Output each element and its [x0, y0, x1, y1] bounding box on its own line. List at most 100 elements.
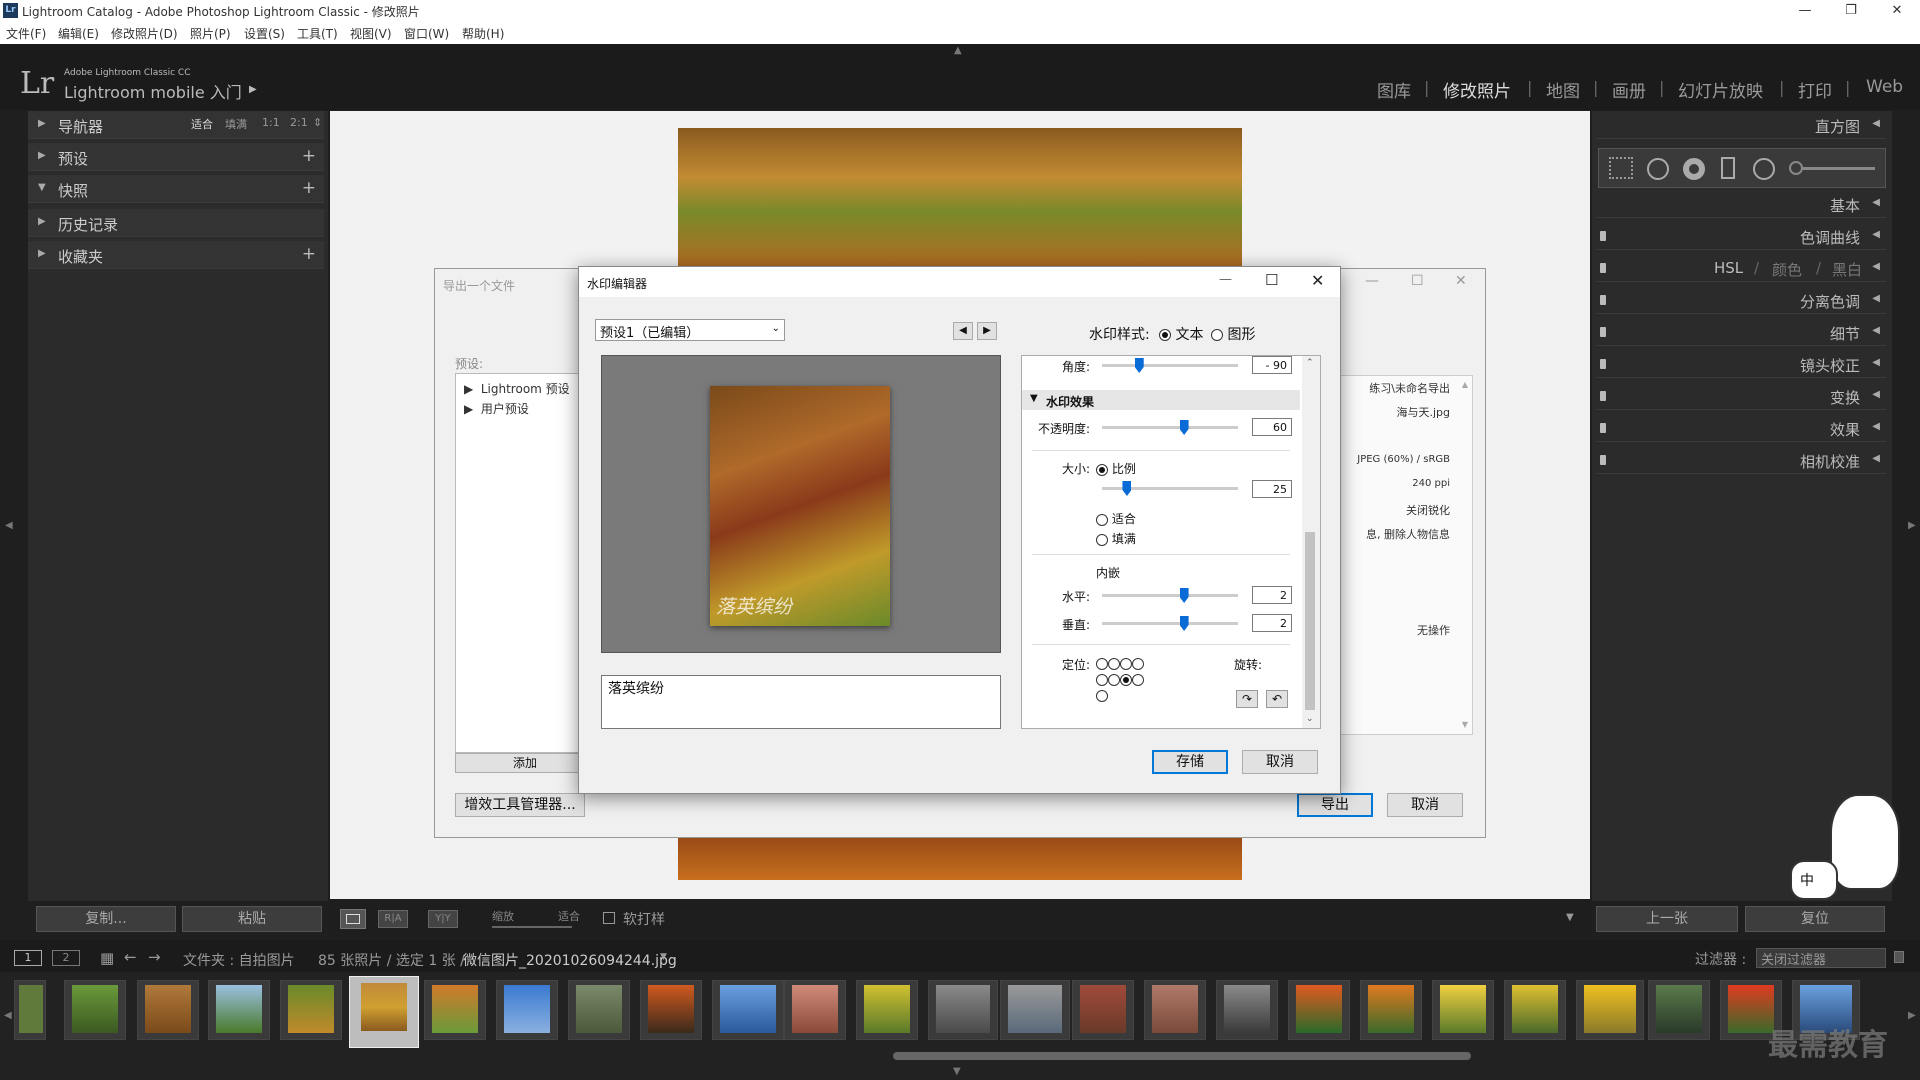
filmstrip-thumb[interactable] — [1576, 980, 1644, 1040]
menu-develop[interactable]: 修改照片(D) — [111, 25, 178, 42]
close-icon[interactable]: ✕ — [1311, 271, 1324, 290]
basic-header[interactable]: 基本 ◀ — [1596, 190, 1886, 218]
save-button[interactable]: 存储 — [1152, 750, 1228, 774]
maximize-icon[interactable]: ☐ — [1265, 271, 1278, 289]
size-fit-radio[interactable]: 适合 — [1096, 510, 1136, 527]
watermark-text-input[interactable]: 落英缤纷 — [601, 675, 1001, 729]
menu-file[interactable]: 文件(F) — [6, 25, 46, 42]
add-preset-icon[interactable]: + — [302, 146, 316, 166]
snapshots-header[interactable]: ▼ 快照 + — [28, 175, 324, 203]
filmstrip-thumb[interactable] — [1504, 980, 1566, 1040]
export-button[interactable]: 导出 — [1297, 793, 1373, 817]
panel-switch-icon[interactable] — [1600, 423, 1606, 433]
panel-switch-icon[interactable] — [1600, 359, 1606, 369]
hsl-tab[interactable]: HSL — [1714, 259, 1743, 277]
style-graphic-radio[interactable]: 图形 — [1211, 324, 1255, 344]
brush-icon[interactable] — [1789, 161, 1803, 175]
menu-settings[interactable]: 设置(S) — [244, 25, 285, 42]
anchor-bottom-right[interactable] — [1096, 690, 1108, 702]
filmstrip-thumb[interactable] — [496, 980, 558, 1040]
panel-switch-icon[interactable] — [1600, 391, 1606, 401]
close-icon[interactable]: ✕ — [1874, 0, 1920, 22]
module-slideshow[interactable]: 幻灯片放映 — [1678, 77, 1763, 102]
anchor-top-right[interactable] — [1120, 658, 1132, 670]
minimize-icon[interactable]: — — [1219, 272, 1232, 287]
anchor-center[interactable] — [1096, 674, 1108, 686]
opacity-slider[interactable] — [1102, 426, 1238, 429]
filmstrip-thumb[interactable] — [1216, 980, 1278, 1040]
copy-button[interactable]: 复制... — [36, 906, 176, 932]
calibration-header[interactable]: 相机校准 ◀ — [1596, 446, 1886, 474]
filmstrip-thumb[interactable] — [64, 980, 126, 1040]
size-slider[interactable] — [1102, 487, 1238, 490]
menu-edit[interactable]: 编辑(E) — [58, 25, 99, 42]
filmstrip-thumb[interactable] — [568, 980, 630, 1040]
before-after-tb-icon[interactable]: Y|Y — [428, 910, 458, 928]
prev-image-icon[interactable]: ◀ — [953, 322, 973, 340]
ime-indicator[interactable]: 中 — [1800, 870, 1814, 890]
filmstrip-right-icon[interactable]: ▶ — [1908, 1010, 1916, 1021]
back-arrow-icon[interactable]: ← — [124, 948, 137, 966]
split-toning-header[interactable]: 分离色调 ◀ — [1596, 286, 1886, 314]
graduated-filter-icon[interactable] — [1721, 157, 1735, 179]
add-preset-button[interactable]: 添加 — [455, 753, 595, 773]
filter-select[interactable]: 关闭过滤器 — [1756, 948, 1886, 968]
panel-switch-icon[interactable] — [1600, 295, 1606, 305]
loupe-view-icon[interactable] — [340, 909, 366, 929]
filmstrip-thumb[interactable] — [1000, 980, 1070, 1040]
vertical-slider-thumb[interactable] — [1179, 616, 1189, 631]
filter-lock-icon[interactable] — [1894, 951, 1904, 963]
filmstrip-thumb[interactable] — [1360, 980, 1422, 1040]
size-proportional-radio[interactable]: 比例 — [1096, 460, 1136, 477]
right-collapse-icon[interactable]: ▶ — [1908, 520, 1916, 531]
angle-slider-thumb[interactable] — [1134, 358, 1144, 373]
spot-removal-icon[interactable] — [1647, 158, 1669, 180]
wm-cancel-button[interactable]: 取消 — [1242, 750, 1318, 774]
settings-scrollbar[interactable]: ⌃ ⌄ — [1302, 356, 1320, 728]
detail-header[interactable]: 细节 ◀ — [1596, 318, 1886, 346]
paste-button[interactable]: 粘贴 — [182, 906, 322, 932]
lens-header[interactable]: 镜头校正 ◀ — [1596, 350, 1886, 378]
scroll-down-icon[interactable]: ⌄ — [1306, 714, 1314, 724]
history-header[interactable]: ▶ 历史记录 — [28, 209, 324, 237]
vertical-field[interactable]: 2 — [1252, 614, 1292, 632]
collapse-bottom-icon[interactable]: ▼ — [953, 1066, 961, 1077]
presets-header[interactable]: ▶ 预设 + — [28, 143, 324, 171]
add-collection-icon[interactable]: + — [302, 244, 316, 264]
size-slider-thumb[interactable] — [1122, 481, 1132, 496]
filmstrip-thumb-selected[interactable] — [349, 976, 419, 1048]
minimize-icon[interactable]: — — [1782, 0, 1828, 22]
filmstrip-thumb[interactable] — [640, 980, 702, 1040]
scrollbar-thumb[interactable] — [1305, 532, 1315, 710]
bw-tab[interactable]: 黑白 — [1832, 259, 1862, 280]
anchor-bottom-left[interactable] — [1120, 674, 1132, 686]
menu-photo[interactable]: 照片(P) — [190, 25, 231, 42]
filmstrip-thumb[interactable] — [784, 980, 846, 1040]
filmstrip-thumb[interactable] — [856, 980, 918, 1040]
angle-field[interactable]: - 90 — [1252, 356, 1292, 374]
menu-help[interactable]: 帮助(H) — [462, 25, 504, 42]
vertical-slider[interactable] — [1102, 622, 1238, 625]
opacity-slider-thumb[interactable] — [1179, 420, 1189, 435]
nav-zoom-spinner-icon[interactable]: ⇕ — [313, 116, 322, 129]
anchor-top-left[interactable] — [1096, 658, 1108, 670]
histogram-header[interactable]: 直方图 ◀ — [1596, 111, 1886, 139]
current-filename[interactable]: 微信图片_20201026094244.jpg — [463, 950, 677, 970]
nav-2to1[interactable]: 2:1 — [290, 116, 308, 129]
horizontal-slider-thumb[interactable] — [1179, 588, 1189, 603]
module-book[interactable]: 画册 — [1612, 77, 1646, 102]
forward-arrow-icon[interactable]: → — [148, 948, 161, 966]
menu-window[interactable]: 窗口(W) — [404, 25, 449, 42]
filmstrip-thumb[interactable] — [928, 980, 998, 1040]
module-map[interactable]: 地图 — [1546, 77, 1580, 102]
rotate-counterclockwise-icon[interactable]: ↶ — [1266, 690, 1288, 708]
add-snapshot-icon[interactable]: + — [302, 178, 316, 198]
filmstrip-thumb[interactable] — [1288, 980, 1350, 1040]
filmstrip-scrollbar[interactable] — [893, 1052, 1471, 1060]
grid-icon[interactable]: ▦ — [100, 949, 114, 967]
screen1-button[interactable]: 1 — [14, 950, 42, 966]
toolbar-menu-icon[interactable]: ▼ — [1566, 912, 1574, 923]
radial-filter-icon[interactable] — [1753, 158, 1775, 180]
anchor-top-center[interactable] — [1108, 658, 1120, 670]
anchor-middle-left[interactable] — [1132, 658, 1144, 670]
